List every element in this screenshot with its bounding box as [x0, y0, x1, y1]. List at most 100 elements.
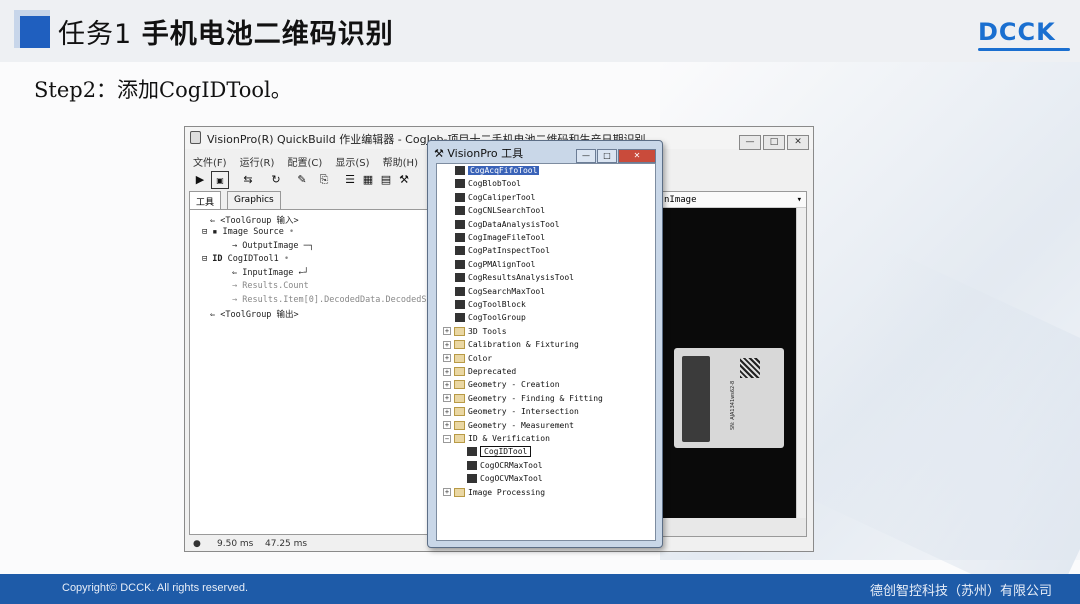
tool-icon — [455, 166, 465, 175]
expand-icon[interactable]: + — [443, 394, 451, 403]
tools-list-item[interactable]: CogAcqFifoTool — [455, 166, 540, 179]
tools-list-item[interactable]: CogCaliperTool — [455, 192, 535, 206]
tools-list-item[interactable]: + Deprecated — [443, 367, 516, 380]
title-square-icon — [14, 10, 50, 48]
battery-label: SN: AJA1341ws62-8 — [674, 348, 784, 448]
tools-list-item[interactable]: + Calibration & Fixturing — [443, 340, 579, 353]
tools-window-title[interactable]: ⚒ VisionPro 工具 — [434, 145, 523, 161]
image-tab[interactable]: nImage ▾ — [660, 192, 806, 208]
camera-icon[interactable]: ▣ — [211, 171, 229, 189]
qr-code-image — [740, 358, 760, 378]
tab-graphics[interactable]: Graphics — [227, 191, 281, 209]
expand-icon[interactable]: + — [443, 327, 451, 336]
tree-cogidtool1[interactable]: ⊟ ID CogIDTool1 • — [202, 254, 289, 264]
reset-icon[interactable]: ↻ — [267, 171, 285, 189]
menu-help[interactable]: 帮助(H) — [383, 154, 418, 169]
expand-icon[interactable]: + — [443, 380, 451, 389]
tab-tools[interactable]: 工具 — [189, 191, 222, 209]
minimize-icon[interactable]: — — [739, 135, 761, 150]
menu-file[interactable]: 文件(F) — [193, 154, 227, 169]
tool-icon — [455, 179, 465, 189]
tools-list-item[interactable]: CogToolGroup — [455, 313, 526, 326]
tree-toolgroup-input[interactable]: ⇐ <ToolGroup 输入> — [210, 214, 299, 226]
app-icon — [190, 131, 201, 144]
tools-list-item[interactable]: CogPatInspectTool — [455, 246, 550, 259]
tools-list-item[interactable]: CogIDTool — [467, 446, 532, 460]
tools-list-item[interactable]: +3D Tools — [443, 326, 507, 340]
expand-icon[interactable]: + — [443, 340, 451, 349]
maximize-icon[interactable]: □ — [597, 149, 617, 163]
image-icon[interactable]: ▦ — [359, 171, 377, 189]
tree-results-decoded[interactable]: → Results.Item[0].DecodedData.DecodedS — [232, 295, 426, 305]
camera-image[interactable]: SN: AJA1341ws62-8 — [660, 208, 796, 518]
tools-list-label: Color — [468, 353, 493, 363]
expand-icon[interactable]: + — [443, 407, 451, 416]
tools-list-item[interactable]: CogToolBlock — [455, 300, 526, 313]
close-icon[interactable]: ✕ — [787, 135, 809, 150]
run-icon[interactable]: ▶ — [191, 171, 209, 189]
expand-icon[interactable]: + — [443, 421, 451, 430]
close-icon[interactable]: ✕ — [618, 149, 656, 163]
tools-window-controls: — □ ✕ — [575, 143, 656, 163]
tools-list-item[interactable]: − ID & Verification — [443, 434, 550, 447]
menu-view[interactable]: 显示(S) — [335, 154, 369, 169]
title-main: 手机电池二维码识别 — [141, 19, 394, 50]
tools-list-item[interactable]: CogSearchMaxTool — [455, 286, 545, 300]
tools-list-item[interactable]: CogDataAnalysisTool — [455, 219, 560, 233]
image-scrollbar[interactable] — [796, 208, 806, 518]
collapse-icon[interactable]: − — [443, 434, 451, 443]
tools-list-label: Geometry - Creation — [468, 380, 560, 390]
wand-icon[interactable]: ✎ — [293, 171, 311, 189]
tool-icon — [455, 286, 465, 296]
tools-list-item[interactable]: + Color — [443, 353, 493, 367]
tools-list-label: CogOCVMaxTool — [480, 474, 543, 484]
tools-list-item[interactable]: CogImageFileTool — [455, 233, 545, 246]
copy-icon[interactable]: ⎘ — [315, 171, 333, 189]
tree-toolgroup-output[interactable]: ⇐ <ToolGroup 输出> — [210, 308, 299, 320]
tools-list-item[interactable]: CogResultsAnalysisTool — [455, 273, 574, 286]
menu-config[interactable]: 配置(C) — [288, 154, 323, 169]
tools-list-label: CogPatInspectTool — [468, 246, 550, 256]
menu-run[interactable]: 运行(R) — [240, 154, 275, 169]
folder-icon — [454, 326, 465, 336]
loop-icon[interactable]: ⇆ — [239, 171, 257, 189]
tools-list-item[interactable]: + Geometry - Measurement — [443, 420, 574, 434]
tree-image-source[interactable]: ⊟ ▪ Image Source • — [202, 227, 294, 237]
tools-list-label: ID & Verification — [468, 434, 550, 443]
tools-list-item[interactable]: CogCNLSearchTool — [455, 206, 545, 219]
folder-icon — [454, 340, 465, 350]
tools-icon[interactable]: ⚒ — [395, 171, 413, 189]
tool-icon — [467, 460, 477, 470]
expand-icon[interactable]: + — [443, 367, 451, 376]
tree-output-image[interactable]: → OutputImage ─┐ — [232, 241, 314, 251]
expand-icon[interactable]: + — [443, 354, 451, 363]
tools-list-item[interactable]: + Geometry - Finding & Fitting — [443, 393, 603, 407]
expand-icon[interactable]: + — [443, 488, 451, 497]
tools-list-item[interactable]: CogPMAlignTool — [455, 259, 535, 273]
tools-list-label: Geometry - Intersection — [468, 407, 579, 417]
minimize-icon[interactable]: — — [576, 149, 596, 163]
tools-list-item[interactable]: CogBlobTool — [455, 179, 521, 192]
tools-list-item[interactable]: CogOCVMaxTool — [467, 474, 543, 487]
status-dot-icon: ● — [193, 539, 201, 549]
folder-icon — [454, 380, 465, 390]
tool-icon — [455, 259, 465, 269]
tools-list-item[interactable]: + Image Processing — [443, 487, 545, 501]
notes-icon[interactable]: ☰ — [341, 171, 359, 189]
maximize-icon[interactable]: □ — [763, 135, 785, 150]
display-icon[interactable]: ▤ — [377, 171, 395, 189]
tools-list-item[interactable]: CogOCRMaxTool — [467, 460, 543, 474]
tools-list-item[interactable]: + Geometry - Creation — [443, 380, 560, 393]
page-title: 任务1 手机电池二维码识别 — [58, 12, 394, 51]
tree-results-count[interactable]: → Results.Count — [232, 281, 309, 291]
tools-list-label: CogDataAnalysisTool — [468, 219, 560, 229]
tools-list: CogAcqFifoTool CogBlobTool CogCaliperTool C… — [436, 163, 656, 541]
dcck-logo: DCCK — [978, 18, 1072, 54]
folder-icon — [454, 420, 465, 430]
tool-icon — [455, 246, 465, 256]
battery-image — [682, 356, 710, 442]
tools-list-item[interactable]: + Geometry - Intersection — [443, 407, 579, 420]
tree-input-image[interactable]: ⇐ InputImage ←┘ — [232, 268, 309, 278]
tools-list-label: Geometry - Measurement — [468, 420, 574, 430]
folder-open-icon — [454, 434, 465, 443]
